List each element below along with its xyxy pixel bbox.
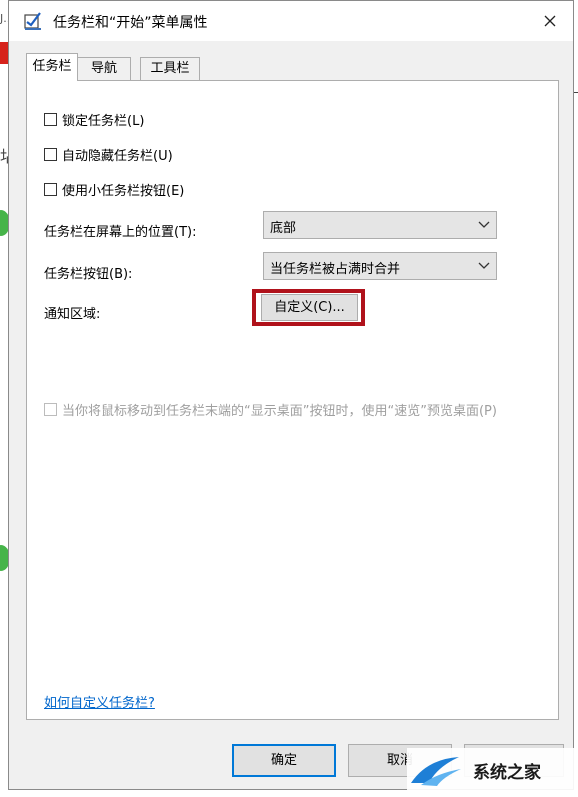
watermark-logo-icon <box>411 756 461 786</box>
taskbar-properties-dialog: 任务栏和“开始”菜单属性 任务栏 导航 工具栏 锁定任务栏(L) 自动隐藏任务栏… <box>8 0 574 790</box>
customize-notification-button[interactable]: 自定义(C)... <box>261 294 358 321</box>
peek-desktop-label: 当你将鼠标移动到任务栏末端的“显示桌面”按钮时，使用“速览”预览桌面(P) <box>62 404 497 419</box>
taskbar-position-value: 底部 <box>270 221 297 236</box>
title-bar[interactable]: 任务栏和“开始”菜单属性 <box>9 1 573 41</box>
checkbox-box[interactable] <box>44 183 57 196</box>
customize-taskbar-help-link[interactable]: 如何自定义任务栏? <box>44 692 155 711</box>
tab-toolbars[interactable]: 工具栏 <box>140 57 200 80</box>
taskbar-tab-panel: 锁定任务栏(L) 自动隐藏任务栏(U) 使用小任务栏按钮(E) 任务栏在屏幕上的… <box>26 80 559 720</box>
auto-hide-taskbar-checkbox[interactable]: 自动隐藏任务栏(U) <box>44 145 173 164</box>
checkbox-box[interactable] <box>44 403 57 416</box>
checkbox-box[interactable] <box>44 148 57 161</box>
taskbar-properties-icon <box>24 11 42 31</box>
peek-desktop-checkbox[interactable]: 当你将鼠标移动到任务栏末端的“显示桌面”按钮时，使用“速览”预览桌面(P) <box>44 400 497 419</box>
taskbar-buttons-value: 当任务栏被占满时合并 <box>270 262 401 277</box>
checkbox-box[interactable] <box>44 113 57 126</box>
tab-taskbar[interactable]: 任务栏 <box>26 53 78 81</box>
lock-taskbar-checkbox[interactable]: 锁定任务栏(L) <box>44 110 144 129</box>
taskbar-position-label: 任务栏在屏幕上的位置(T): <box>44 225 197 240</box>
tab-navigation[interactable]: 导航 <box>77 57 131 80</box>
chevron-down-icon <box>478 221 490 228</box>
notification-area-label: 通知区域: <box>44 307 101 322</box>
watermark-text: 系统之家 <box>473 763 541 783</box>
auto-hide-taskbar-label: 自动隐藏任务栏(U) <box>62 149 173 164</box>
dialog-title: 任务栏和“开始”菜单属性 <box>53 15 208 31</box>
close-button[interactable] <box>533 7 567 35</box>
taskbar-buttons-dropdown[interactable]: 当任务栏被占满时合并 <box>263 252 497 280</box>
small-taskbar-buttons-label: 使用小任务栏按钮(E) <box>62 184 185 199</box>
chevron-down-icon <box>478 262 490 269</box>
small-taskbar-buttons-checkbox[interactable]: 使用小任务栏按钮(E) <box>44 180 184 199</box>
ok-button[interactable]: 确定 <box>232 744 336 777</box>
taskbar-buttons-label: 任务栏按钮(B): <box>44 267 133 282</box>
lock-taskbar-label: 锁定任务栏(L) <box>62 114 145 129</box>
taskbar-position-dropdown[interactable]: 底部 <box>263 211 497 239</box>
close-icon <box>544 15 556 27</box>
site-watermark: 系统之家 <box>407 748 577 793</box>
